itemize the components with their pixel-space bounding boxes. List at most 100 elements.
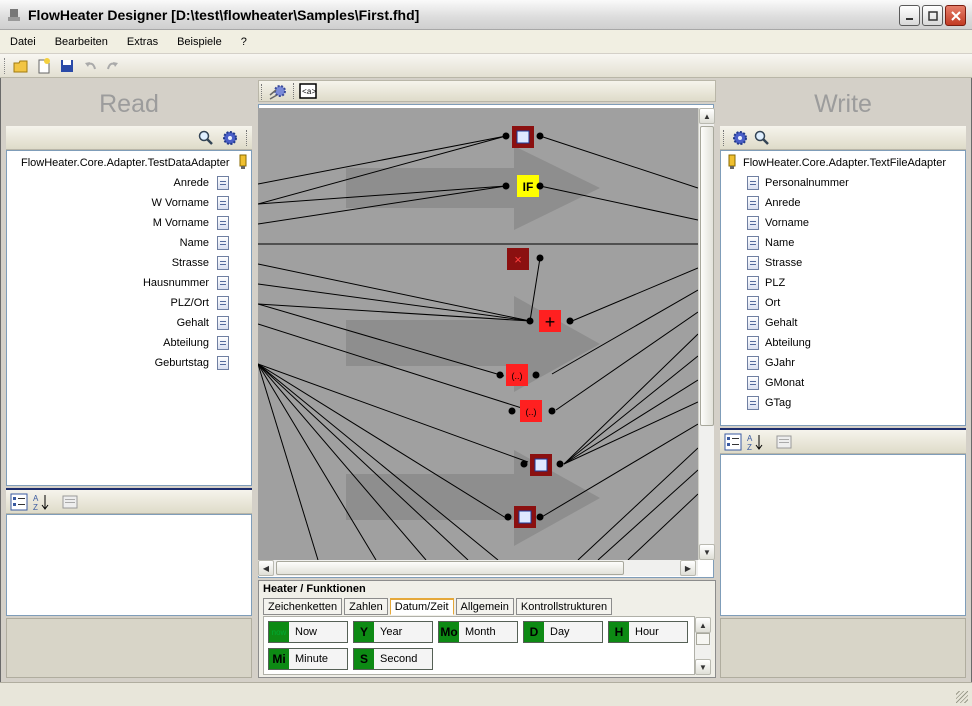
- heater-function-label: Month: [465, 626, 496, 638]
- minimize-button[interactable]: [899, 5, 920, 26]
- write-categorized-view-icon[interactable]: [724, 433, 742, 454]
- search-icon[interactable]: [198, 130, 214, 149]
- heater-scroll-thumb[interactable]: [696, 633, 710, 645]
- property-pages-icon[interactable]: [62, 494, 78, 513]
- read-field-label: Anrede: [173, 177, 209, 189]
- paren-label-2: (..): [526, 407, 537, 417]
- field-icon: [747, 236, 759, 250]
- write-field-item[interactable]: Strasse: [747, 253, 957, 273]
- write-field-item[interactable]: GJahr: [747, 353, 957, 373]
- write-field-item[interactable]: Vorname: [747, 213, 957, 233]
- menu-beispiele[interactable]: Beispiele: [177, 36, 222, 48]
- heater-function-label: Hour: [635, 626, 659, 638]
- read-field-item[interactable]: W Vorname: [7, 193, 229, 213]
- status-bar: [0, 682, 972, 706]
- field-icon: [217, 256, 229, 270]
- field-icon: [747, 316, 759, 330]
- heater-function-button[interactable]: Mo Month: [438, 621, 518, 643]
- write-properties-grid[interactable]: [720, 454, 966, 616]
- redo-icon[interactable]: [104, 57, 122, 75]
- read-properties-grid[interactable]: [6, 514, 252, 616]
- heater-function-button[interactable]: Y Year: [353, 621, 433, 643]
- write-field-item[interactable]: Name: [747, 233, 957, 253]
- read-field-item[interactable]: Name: [7, 233, 229, 253]
- delete-label: ×: [514, 252, 522, 267]
- tab-zahlen[interactable]: Zahlen: [344, 598, 388, 615]
- auto-layout-icon[interactable]: [269, 83, 287, 104]
- read-field-item[interactable]: Gehalt: [7, 313, 229, 333]
- tab-allgemein[interactable]: Allgemein: [455, 598, 514, 615]
- sort-alphabetical-icon[interactable]: AZ: [32, 493, 50, 514]
- write-field-label: Ort: [765, 297, 781, 309]
- mapping-canvas[interactable]: IF × + (..) (..): [258, 108, 698, 560]
- scroll-right-button[interactable]: ▶: [680, 560, 696, 576]
- canvas-toolbar: <a>: [258, 80, 716, 102]
- canvas-hscrollbar[interactable]: ◀ ▶: [258, 560, 698, 576]
- scroll-down-button[interactable]: ▼: [699, 544, 715, 560]
- heater-scroll-down-button[interactable]: ▼: [695, 659, 711, 675]
- scroll-up-button[interactable]: ▲: [699, 108, 715, 124]
- close-button[interactable]: [945, 5, 966, 26]
- write-field-item[interactable]: Anrede: [747, 193, 957, 213]
- field-icon: [747, 356, 759, 370]
- read-field-item[interactable]: Abteilung: [7, 333, 229, 353]
- title-bar[interactable]: FlowHeater Designer [D:\test\flowheater\…: [0, 0, 972, 30]
- canvas-hscroll-thumb[interactable]: [276, 561, 624, 575]
- scroll-left-button[interactable]: ◀: [258, 560, 274, 576]
- undo-icon[interactable]: [81, 57, 99, 75]
- categorized-view-icon[interactable]: [10, 493, 28, 514]
- read-adapter-node[interactable]: FlowHeater.Core.Adapter.TestDataAdapter: [21, 153, 251, 173]
- read-field-item[interactable]: M Vorname: [7, 213, 229, 233]
- write-gear-icon[interactable]: [732, 130, 748, 149]
- canvas-vscroll-thumb[interactable]: [700, 126, 714, 426]
- heater-function-button[interactable]: now Now: [268, 621, 348, 643]
- field-icon: [747, 216, 759, 230]
- write-properties-toolbar: AZ: [720, 428, 966, 454]
- write-field-item[interactable]: Abteilung: [747, 333, 957, 353]
- save-icon[interactable]: [58, 57, 76, 75]
- write-adapter-node[interactable]: FlowHeater.Core.Adapter.TextFileAdapter: [727, 153, 965, 173]
- read-field-item[interactable]: PLZ/Ort: [7, 293, 229, 313]
- write-search-icon[interactable]: [754, 130, 770, 149]
- heater-function-icon: S: [354, 649, 374, 669]
- write-field-item[interactable]: GMonat: [747, 373, 957, 393]
- toolbar-grip[interactable]: [4, 57, 7, 74]
- write-field-label: Anrede: [765, 197, 801, 209]
- write-field-item[interactable]: GTag: [747, 393, 957, 413]
- menu-extras[interactable]: Extras: [127, 36, 158, 48]
- tab-datum-zeit[interactable]: Datum/Zeit: [389, 598, 454, 615]
- new-file-icon[interactable]: [35, 57, 53, 75]
- gear-icon[interactable]: [222, 130, 238, 149]
- write-field-item[interactable]: Personalnummer: [747, 173, 957, 193]
- menu-datei[interactable]: Datei: [10, 36, 36, 48]
- tab-zeichenketten[interactable]: Zeichenketten: [263, 598, 343, 615]
- read-title: Read: [6, 82, 252, 126]
- heater-scroll-up-button[interactable]: ▲: [695, 617, 711, 633]
- read-field-item[interactable]: Anrede: [7, 173, 229, 193]
- write-field-item[interactable]: Gehalt: [747, 313, 957, 333]
- open-folder-icon[interactable]: [12, 57, 30, 75]
- read-field-item[interactable]: Hausnummer: [7, 273, 229, 293]
- canvas-vscrollbar[interactable]: ▲ ▼: [698, 108, 715, 560]
- expression-icon[interactable]: <a>: [299, 83, 317, 102]
- write-property-pages-icon[interactable]: [776, 434, 792, 453]
- write-field-item[interactable]: Ort: [747, 293, 957, 313]
- maximize-button[interactable]: [922, 5, 943, 26]
- write-field-label: Gehalt: [765, 317, 798, 329]
- read-field-item[interactable]: Geburtstag: [7, 353, 229, 373]
- heater-function-button[interactable]: S Second: [353, 648, 433, 670]
- write-adapter-label: FlowHeater.Core.Adapter.TextFileAdapter: [743, 157, 946, 169]
- heater-function-button[interactable]: D Day: [523, 621, 603, 643]
- resize-grip[interactable]: [956, 691, 968, 703]
- heater-function-button[interactable]: H Hour: [608, 621, 688, 643]
- read-field-item[interactable]: Strasse: [7, 253, 229, 273]
- heater-vscrollbar[interactable]: ▲ ▼: [695, 617, 711, 675]
- tab-kontrollstrukturen[interactable]: Kontrollstrukturen: [515, 598, 613, 615]
- heater-function-button[interactable]: Mi Minute: [268, 648, 348, 670]
- write-field-item[interactable]: PLZ: [747, 273, 957, 293]
- menu-help[interactable]: ?: [241, 36, 247, 48]
- field-icon: [217, 216, 229, 230]
- menu-bearbeiten[interactable]: Bearbeiten: [55, 36, 108, 48]
- write-sort-alphabetical-icon[interactable]: AZ: [746, 433, 764, 454]
- field-icon: [747, 296, 759, 310]
